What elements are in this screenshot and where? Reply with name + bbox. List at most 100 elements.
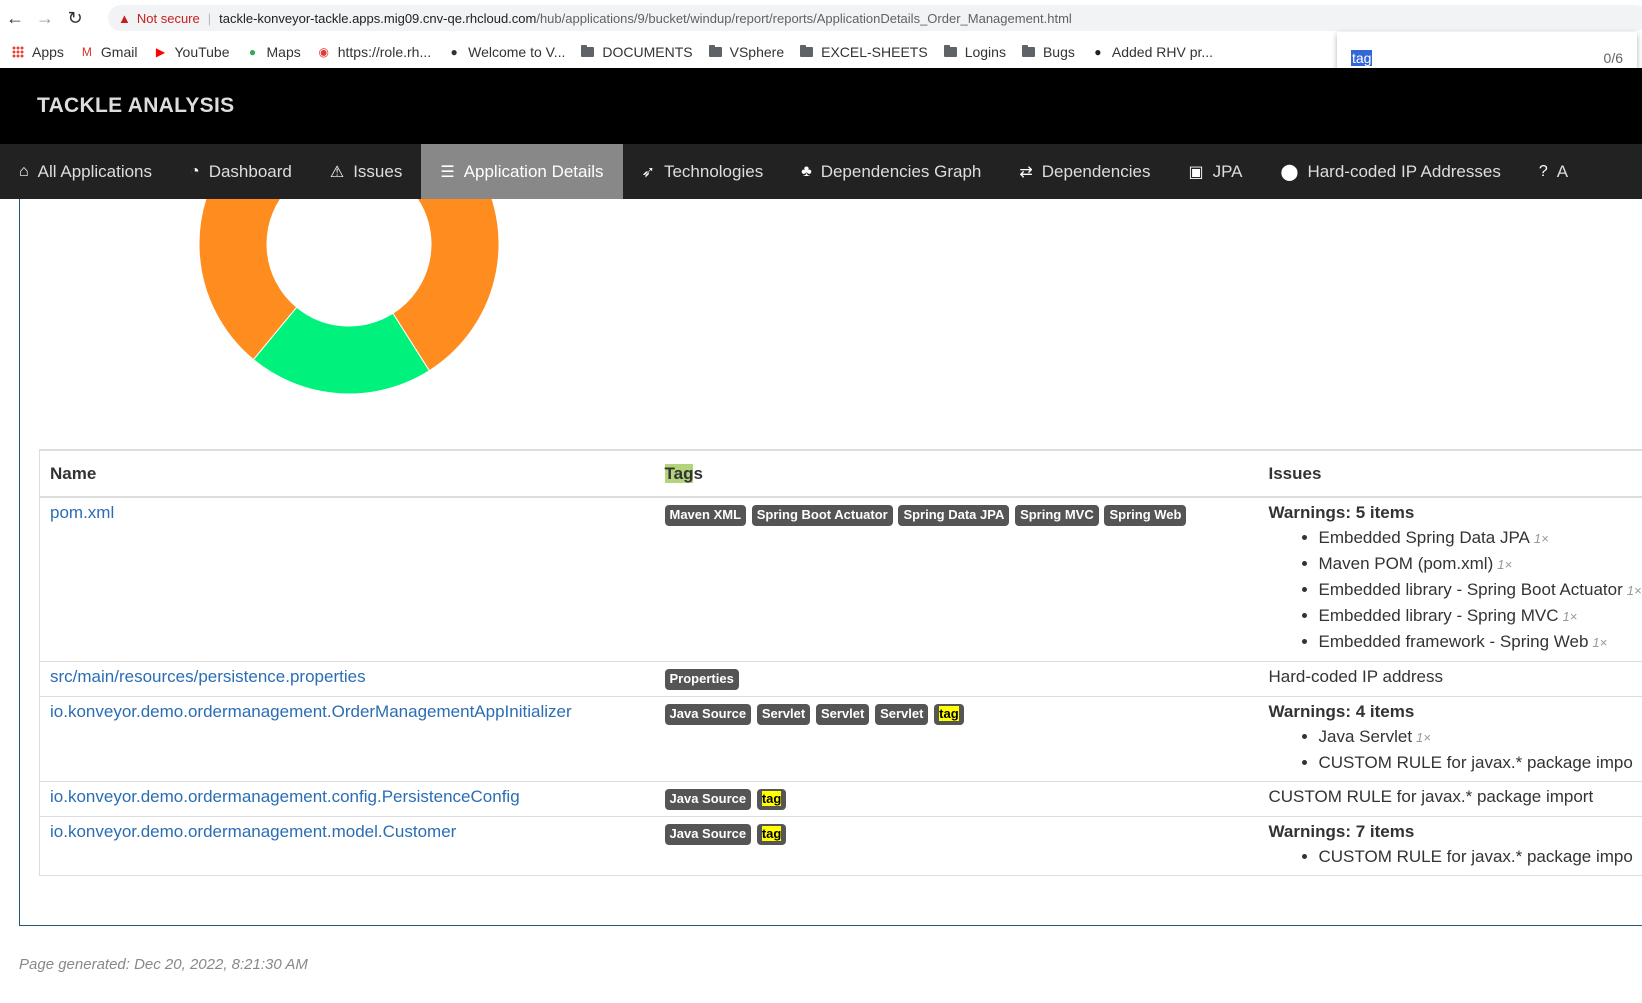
issue-count: 1× [1592, 635, 1608, 650]
warning-icon: ▲ [118, 10, 131, 26]
nav-label: Hard-coded IP Addresses [1307, 161, 1501, 181]
tag-badge: Spring Boot Actuator [751, 505, 893, 526]
tag-badge-highlighted: tag [756, 789, 787, 810]
find-highlight: tag [761, 791, 782, 806]
issue-count: 1× [1626, 583, 1642, 598]
nav-issues[interactable]: ⚠ Issues [311, 144, 421, 199]
nav-label: Issues [353, 161, 403, 181]
bulb-icon: ◉ [318, 45, 329, 59]
file-link[interactable]: src/main/resources/persistence.propertie… [50, 667, 366, 686]
issue-label: Maven POM (pom.xml) [1318, 554, 1494, 573]
column-header-tags: Tags [654, 450, 1259, 498]
bookmark-item[interactable]: VSphere [708, 44, 784, 60]
tag-badge: Spring Web [1104, 505, 1187, 526]
bookmark-item[interactable]: DOCUMENTS [581, 44, 693, 60]
cell-tags: Java Source tag [654, 781, 1259, 817]
find-highlight: tag [761, 826, 782, 841]
bookmark-label: Welcome to V... [468, 44, 566, 60]
tree-icon: ♣ [801, 162, 812, 180]
issue-label: CUSTOM RULE for javax.* package impo [1318, 753, 1633, 772]
tag-badge: Spring Data JPA [898, 505, 1010, 526]
tag-badge: Java Source [664, 704, 752, 725]
nav-dependencies-graph[interactable]: ♣ Dependencies Graph [782, 144, 1000, 199]
bookmark-label: YouTube [174, 44, 230, 60]
issue-text: Hard-coded IP address [1268, 667, 1444, 686]
nav-jpa[interactable]: ▣ JPA [1169, 144, 1261, 199]
issue-item: Embedded Spring Data JPA1× [1319, 525, 1642, 551]
forward-button[interactable]: → [30, 0, 60, 36]
issue-label: Java Servlet [1318, 727, 1413, 746]
reload-button[interactable]: ↻ [60, 0, 90, 36]
file-link[interactable]: pom.xml [50, 503, 114, 522]
arrow-left-icon: ← [6, 7, 24, 28]
cell-name: src/main/resources/persistence.propertie… [39, 661, 655, 697]
bookmark-item[interactable]: ● Added RHV pr... [1091, 44, 1213, 60]
tag-badge-highlighted: tag [756, 824, 787, 845]
gmail-icon: M [81, 45, 92, 59]
nav-label: JPA [1212, 161, 1243, 181]
issue-item: Embedded framework - Spring Web1× [1319, 629, 1642, 655]
cell-issues: CUSTOM RULE for javax.* package import [1258, 781, 1642, 817]
tag-badge: Maven XML [664, 505, 747, 526]
nav-label: Dashboard [208, 161, 292, 181]
file-link[interactable]: io.konveyor.demo.ordermanagement.model.C… [50, 822, 456, 841]
issue-label: Embedded Spring Data JPA [1318, 528, 1530, 547]
find-input[interactable]: tag [1351, 50, 1373, 66]
tag-badge: Servlet [875, 704, 929, 725]
nav-technologies[interactable]: ➶ Technologies [623, 144, 783, 199]
back-button[interactable]: ← [0, 0, 30, 36]
column-header-issues: Issues [1258, 450, 1642, 498]
cell-name: io.konveyor.demo.ordermanagement.OrderMa… [39, 696, 655, 782]
table-row: io.konveyor.demo.ordermanagement.OrderMa… [39, 696, 1642, 782]
folder-icon [708, 45, 722, 57]
folder-icon [800, 45, 814, 57]
bookmark-item[interactable]: M Gmail [80, 44, 138, 60]
bookmark-label: Bugs [1042, 44, 1075, 60]
nav-label: Technologies [663, 161, 764, 181]
bookmark-item[interactable]: Apps [12, 44, 64, 60]
bookmark-label: DOCUMENTS [602, 44, 693, 60]
file-link[interactable]: io.konveyor.demo.ordermanagement.config.… [50, 787, 520, 806]
nav-hard-coded-ip-addresses[interactable]: ⬤ Hard-coded IP Addresses [1262, 144, 1520, 199]
retweet-icon: ⇄ [1019, 163, 1033, 181]
apps-grid-icon [12, 46, 24, 58]
nav-a[interactable]: ? A [1520, 144, 1587, 199]
bookmark-label: Logins [964, 44, 1006, 60]
nav-dashboard[interactable]: ◔ Dashboard [171, 144, 311, 199]
issues-list: Embedded Spring Data JPA1×Maven POM (pom… [1319, 525, 1642, 655]
jpa-icon: ▣ [1188, 163, 1204, 181]
nav-application-details[interactable]: ☰ Application Details [421, 144, 623, 199]
bookmark-item[interactable]: EXCEL-SHEETS [800, 44, 928, 60]
bookmark-item[interactable]: ● Welcome to V... [447, 44, 565, 60]
folder-icon [943, 45, 957, 57]
main-navbar: ⌂ All Applications ◔ Dashboard ⚠ Issues ☰ Appli… [0, 144, 1642, 199]
issue-text: CUSTOM RULE for javax.* package import [1268, 787, 1594, 806]
bookmark-item[interactable]: Logins [943, 44, 1006, 60]
bookmark-item[interactable]: ◉ https://role.rh... [317, 44, 431, 60]
tag-badge: Servlet [756, 704, 811, 725]
table-row: src/main/resources/persistence.propertie… [39, 661, 1642, 697]
github-icon: ● [1094, 45, 1102, 59]
nav-all-applications[interactable]: ⌂ All Applications [0, 144, 171, 199]
bookmark-item[interactable]: ▶ YouTube [153, 44, 230, 60]
file-link[interactable]: io.konveyor.demo.ordermanagement.OrderMa… [50, 702, 572, 721]
bookmark-item[interactable]: ● Maps [246, 44, 301, 60]
map-marker-icon: ⬤ [1280, 163, 1299, 181]
maps-icon: ● [248, 45, 257, 59]
nav-label: Dependencies Graph [820, 161, 982, 181]
issue-label: Embedded library - Spring MVC [1318, 606, 1559, 625]
table-header-row: Name Tags Issues [39, 450, 1642, 498]
issue-count: 1× [1533, 531, 1549, 546]
application-files-table: Name Tags Issues pom.xml Maven XML Spring… [39, 449, 1642, 876]
nav-label: Application Details [463, 161, 604, 181]
nav-dependencies[interactable]: ⇄ Dependencies [1000, 144, 1169, 199]
issue-label: CUSTOM RULE for javax.* package impo [1318, 847, 1633, 866]
issue-label: Embedded framework - Spring Web [1318, 632, 1589, 651]
folder-icon [581, 45, 595, 57]
issue-count: 1× [1416, 730, 1431, 745]
find-highlight: tag [939, 706, 959, 721]
issue-item: Java Servlet1× [1319, 724, 1642, 750]
address-bar[interactable]: ▲ Not secure | tackle-konveyor-tackle.ap… [108, 5, 1642, 31]
cell-issues: Warnings: 5 items Embedded Spring Data JP… [1258, 497, 1642, 662]
bookmark-item[interactable]: Bugs [1021, 44, 1075, 60]
